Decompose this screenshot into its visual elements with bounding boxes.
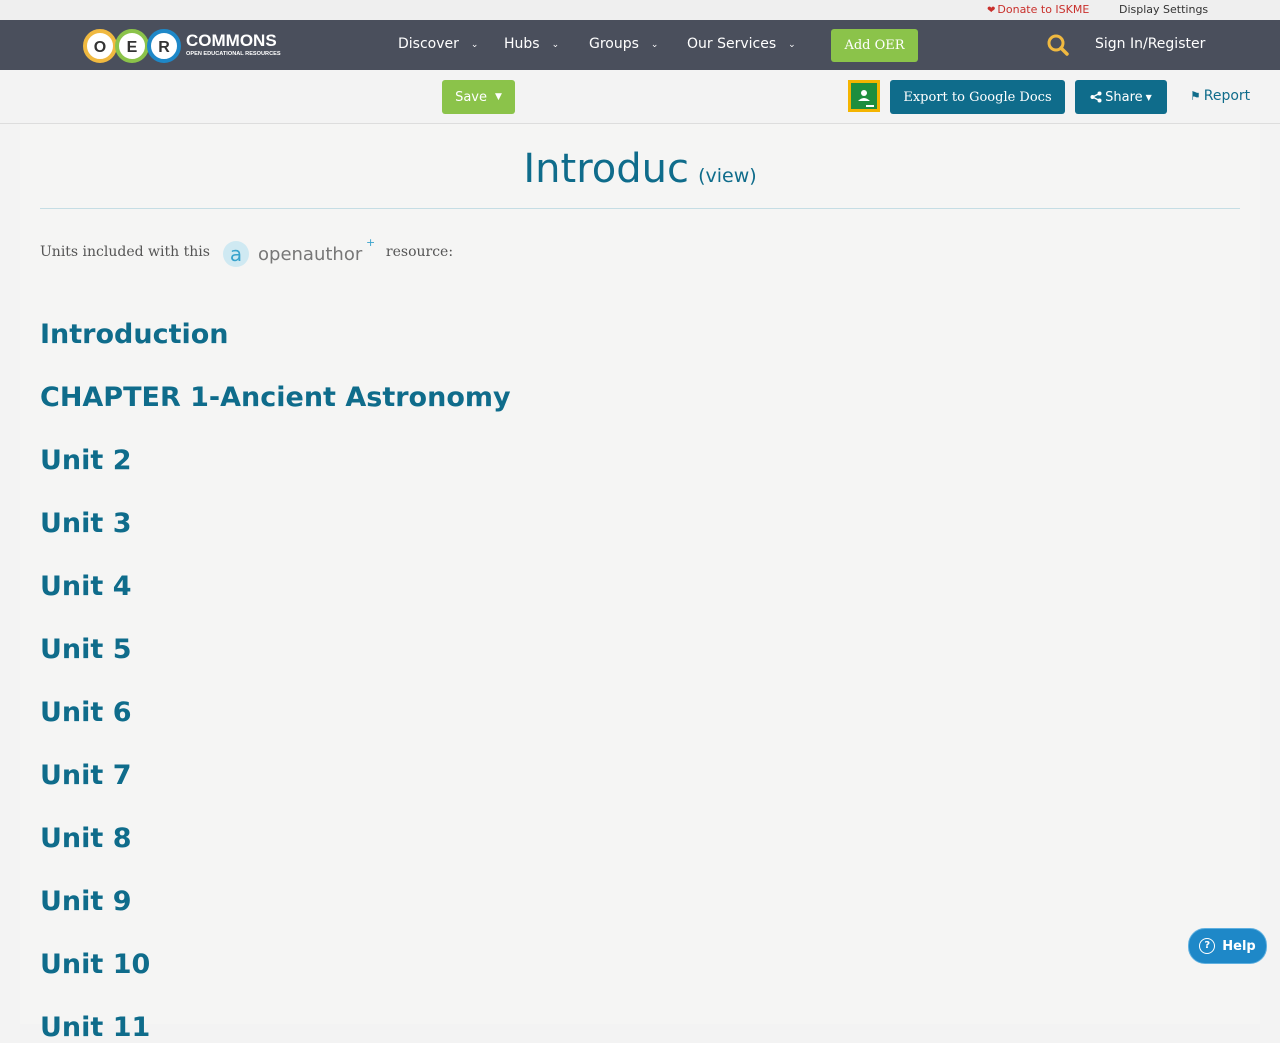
donate-link[interactable]: ❤ Donate to ISKME (987, 3, 1089, 16)
nav-groups-label: Groups (589, 36, 639, 52)
title-row: Introduc (view) (40, 146, 1240, 209)
page-title: Introduc (523, 146, 689, 192)
nav-our-services[interactable]: Our Services ⌄ (687, 36, 796, 52)
save-label: Save (455, 89, 487, 105)
unit-link[interactable]: Unit 10 (40, 949, 150, 980)
donate-label: Donate to ISKME (997, 3, 1090, 16)
logo-subtitle: OPEN EDUCATIONAL RESOURCES (186, 51, 281, 57)
caret-down-icon: ▼ (495, 92, 502, 102)
content-panel: Introduc (view) Units included with this… (20, 124, 1260, 1043)
unit-link[interactable]: Unit 5 (40, 634, 132, 665)
search-icon[interactable] (1046, 33, 1070, 57)
nav-our-services-label: Our Services (687, 36, 777, 52)
units-suffix: resource: (385, 244, 454, 260)
svg-text:openauthor: openauthor (258, 244, 363, 265)
add-oer-button[interactable]: Add OER (831, 29, 918, 62)
nav-hubs-label: Hubs (504, 36, 540, 52)
unit-link[interactable]: CHAPTER 1-Ancient Astronomy (40, 382, 511, 413)
top-utility-bar: ❤ Donate to ISKME Display Settings (0, 0, 1280, 20)
chevron-down-icon: ⌄ (650, 40, 659, 50)
share-label: Share (1105, 89, 1143, 105)
svg-text:+: + (366, 236, 374, 249)
units-prefix: Units included with this (40, 244, 210, 260)
unit-link[interactable]: Unit 8 (40, 823, 132, 854)
unit-link[interactable]: Introduction (40, 319, 229, 350)
unit-link[interactable]: Unit 3 (40, 508, 132, 539)
display-settings-link[interactable]: Display Settings (1119, 3, 1208, 16)
question-icon: ? (1199, 938, 1216, 954)
help-button[interactable]: ? Help (1188, 928, 1267, 964)
unit-link[interactable]: Unit 11 (40, 1012, 150, 1043)
nav-hubs[interactable]: Hubs ⌄ (504, 36, 559, 52)
sign-in-register-link[interactable]: Sign In/Register (1095, 36, 1205, 52)
unit-link[interactable]: Unit 7 (40, 760, 132, 791)
unit-link[interactable]: Unit 2 (40, 445, 132, 476)
chevron-down-icon: ⌄ (551, 40, 560, 50)
report-label: Report (1203, 88, 1251, 104)
units-intro: Units included with this a openauthor + … (40, 232, 640, 272)
nav-discover[interactable]: Discover ⌄ (398, 36, 478, 52)
share-button[interactable]: Share ▼ (1075, 80, 1167, 114)
svg-text:a: a (230, 242, 242, 266)
view-link[interactable]: (view) (698, 165, 757, 187)
google-classroom-icon[interactable] (848, 80, 880, 112)
share-icon (1090, 91, 1102, 103)
openauthor-logo: a openauthor + (222, 236, 374, 267)
oer-commons-logo[interactable]: O E R COMMONS OPEN EDUCATIONAL RESOURCES (82, 24, 292, 64)
chevron-down-icon: ⌄ (788, 40, 796, 50)
flag-icon: ⚑ (1190, 89, 1201, 103)
logo-title: COMMONS (186, 31, 277, 50)
nav-groups[interactable]: Groups ⌄ (589, 36, 658, 52)
save-button[interactable]: Save ▼ (442, 80, 515, 114)
unit-link[interactable]: Unit 9 (40, 886, 132, 917)
main-navbar: O E R COMMONS OPEN EDUCATIONAL RESOURCES… (0, 20, 1280, 70)
logo-letter-e: E (127, 39, 138, 56)
report-link[interactable]: ⚑ Report (1190, 88, 1250, 104)
export-google-docs-button[interactable]: Export to Google Docs (890, 80, 1065, 114)
chevron-down-icon: ⌄ (470, 40, 479, 50)
unit-link[interactable]: Unit 4 (40, 571, 132, 602)
logo-letter-r: R (158, 39, 170, 56)
logo-letter-o: O (94, 39, 106, 56)
resource-toolbar: Save ▼ Export to Google Docs Share ▼ ⚑ Repo… (0, 70, 1280, 124)
caret-down-icon: ▼ (1145, 92, 1152, 102)
help-label: Help (1222, 938, 1256, 954)
heart-icon: ❤ (987, 5, 996, 16)
unit-link[interactable]: Unit 6 (40, 697, 132, 728)
nav-discover-label: Discover (398, 36, 459, 52)
